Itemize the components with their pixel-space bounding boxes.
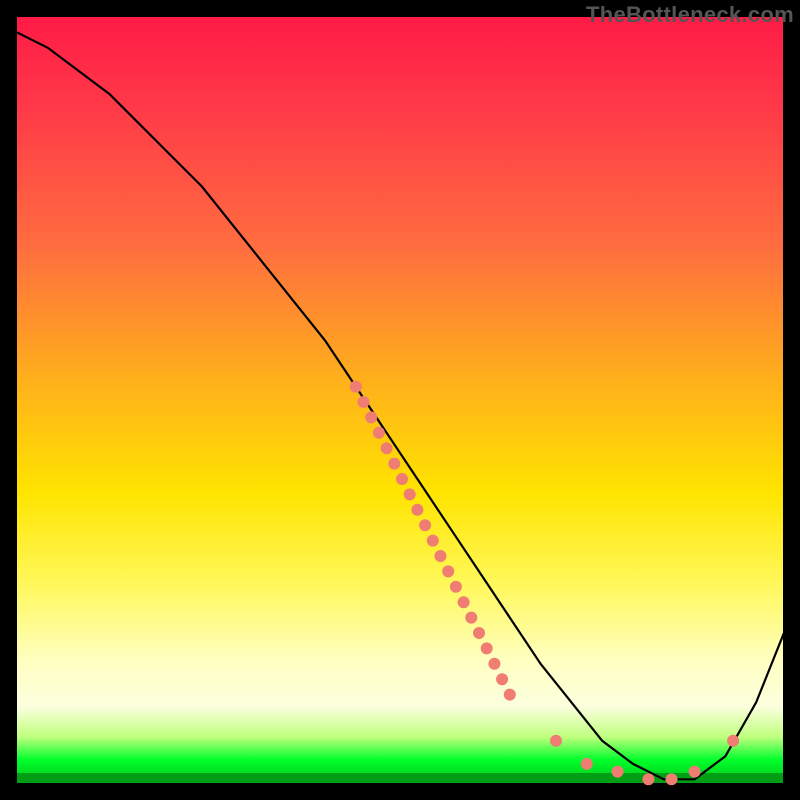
curve-marker bbox=[388, 458, 400, 470]
curve-marker bbox=[666, 773, 678, 785]
curve-marker bbox=[550, 735, 562, 747]
curve-marker bbox=[358, 396, 370, 408]
curve-marker bbox=[427, 535, 439, 547]
curve-marker bbox=[488, 658, 500, 670]
watermark-label: TheBottleneck.com bbox=[586, 2, 794, 28]
curve-marker bbox=[504, 689, 516, 701]
curve-marker bbox=[435, 550, 447, 562]
bottleneck-chart bbox=[15, 15, 785, 785]
curve-marker bbox=[642, 773, 654, 785]
curve-markers bbox=[350, 381, 739, 786]
curve-marker bbox=[373, 427, 385, 439]
bottleneck-curve-line bbox=[17, 32, 787, 779]
curve-marker bbox=[689, 766, 701, 778]
curve-marker bbox=[411, 504, 423, 516]
curve-marker bbox=[458, 596, 470, 608]
curve-marker bbox=[581, 758, 593, 770]
curve-marker bbox=[396, 473, 408, 485]
curve-marker bbox=[727, 735, 739, 747]
chart-overlay bbox=[17, 17, 787, 787]
curve-marker bbox=[496, 673, 508, 685]
curve-marker bbox=[481, 642, 493, 654]
curve-marker bbox=[404, 488, 416, 500]
curve-marker bbox=[419, 519, 431, 531]
curve-marker bbox=[442, 565, 454, 577]
curve-marker bbox=[381, 442, 393, 454]
curve-marker bbox=[365, 411, 377, 423]
curve-marker bbox=[612, 766, 624, 778]
curve-marker bbox=[465, 612, 477, 624]
page-root: TheBottleneck.com bbox=[0, 0, 800, 800]
curve-marker bbox=[350, 381, 362, 393]
curve-marker bbox=[450, 581, 462, 593]
curve-marker bbox=[473, 627, 485, 639]
